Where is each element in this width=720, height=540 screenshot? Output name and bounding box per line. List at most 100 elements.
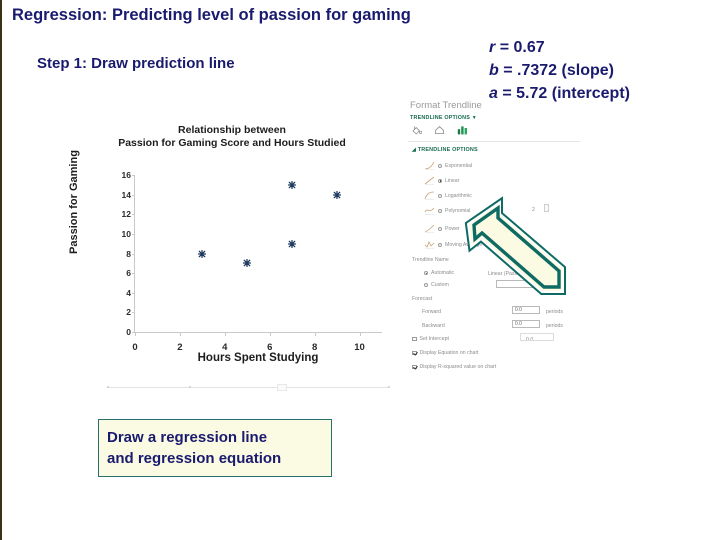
option-label-linear: Linear — [445, 177, 460, 184]
forecast-forward-units: periods — [546, 309, 564, 315]
horizontal-scrollbar[interactable] — [107, 384, 390, 391]
power-curve-icon — [424, 224, 435, 233]
chart-data-point[interactable] — [198, 249, 207, 258]
logarithmic-curve-icon — [424, 191, 435, 200]
pane-subtitle-label: TRENDLINE OPTIONS — [410, 115, 471, 121]
stat-a: a = 5.72 (intercept) — [489, 82, 630, 105]
chart-y-tick-label: 16 — [121, 170, 131, 180]
chart-title: Relationship between Passion for Gaming … — [62, 124, 402, 150]
radio-power[interactable] — [438, 226, 442, 231]
trendline-option-exponential[interactable]: Exponential — [424, 161, 472, 170]
scrollbar-track[interactable] — [107, 387, 390, 388]
trendline-name-header: Trendline Name — [412, 257, 449, 263]
trendline-name-automatic[interactable]: Automatic — [424, 270, 454, 276]
trendline-option-linear[interactable]: Linear — [424, 176, 459, 185]
chart-y-tick-mark — [132, 312, 135, 314]
forecast-header: Forecast — [412, 296, 433, 302]
label-set-intercept: Set Intercept — [419, 336, 449, 342]
linear-line-icon — [424, 176, 435, 185]
scrollbar-nub — [107, 386, 109, 388]
section-header-label: TRENDLINE OPTIONS — [417, 147, 478, 153]
chart-y-tick-mark — [132, 214, 135, 216]
set-intercept-input[interactable] — [520, 333, 554, 341]
checkbox-display-rsquared[interactable] — [412, 364, 417, 370]
checkbox-display-equation[interactable] — [412, 350, 417, 356]
option-label-power: Power — [445, 225, 460, 232]
chevron-down-icon: ▼ — [471, 115, 477, 121]
radio-moving-average[interactable] — [438, 242, 442, 247]
page-title: Regression: Predicting level of passion … — [12, 6, 411, 24]
regression-statistics: r = 0.67 b = .7372 (slope) a = 5.72 (int… — [489, 36, 630, 105]
instruction-line-1: Draw a regression line — [107, 429, 268, 446]
radio-polynomial[interactable] — [438, 208, 442, 213]
trendline-name-custom[interactable]: Custom — [424, 282, 449, 288]
stat-b-value: .7372 (slope) — [517, 62, 614, 79]
chart-data-point[interactable] — [288, 239, 297, 248]
instruction-line-2: and regression equation — [107, 450, 282, 467]
stat-b-symbol: b — [489, 62, 499, 79]
effects-icon[interactable] — [434, 125, 445, 137]
chart-data-point[interactable] — [333, 190, 342, 199]
trendline-options-section-header[interactable]: ◢ TRENDLINE OPTIONS — [412, 147, 478, 153]
chart-y-tick-label: 12 — [121, 209, 131, 220]
stat-a-value: 5.72 (intercept) — [516, 85, 630, 102]
scatter-chart[interactable]: Relationship between Passion for Gaming … — [62, 120, 402, 382]
fill-icon[interactable] — [411, 125, 423, 137]
chart-plot-area: 0 2 4 6 8 10 12 14 16 0 2 4 6 8 10 — [122, 170, 382, 353]
checkbox-set-intercept[interactable] — [412, 336, 417, 342]
forecast-backward-input[interactable]: 0.0 — [512, 320, 540, 328]
slide-canvas: Regression: Predicting level of passion … — [0, 0, 720, 540]
radio-linear[interactable] — [438, 178, 442, 183]
chart-x-axis-label: Hours Spent Studying — [197, 352, 319, 364]
chart-y-tick-label: 14 — [121, 189, 131, 200]
stat-a-symbol: a — [489, 85, 498, 102]
chart-data-point[interactable] — [243, 259, 252, 268]
exponential-curve-icon — [424, 161, 435, 170]
display-equation-row[interactable]: Display Equation on chart — [412, 350, 479, 356]
display-rsquared-row[interactable]: Display R-squared value on chart — [412, 364, 496, 370]
stat-r: r = 0.67 — [489, 36, 630, 59]
chart-x-tick-mark — [179, 332, 181, 336]
chart-y-tick-mark — [132, 273, 135, 275]
radio-name-custom[interactable] — [424, 283, 428, 287]
chart-y-tick-mark — [132, 233, 135, 235]
chart-y-tick-label: 8 — [126, 248, 131, 259]
stat-a-eq: = — [502, 85, 512, 102]
radio-exponential[interactable] — [438, 163, 442, 168]
scrollbar-thumb[interactable] — [277, 384, 287, 391]
stat-b: b = .7372 (slope) — [489, 59, 630, 82]
radio-logarithmic[interactable] — [438, 193, 442, 198]
forecast-forward-input[interactable]: 0.0 — [512, 306, 540, 314]
chart-x-tick-mark — [224, 332, 226, 336]
scrollbar-nub — [189, 386, 191, 388]
step-label: Step 1: Draw prediction line — [37, 55, 235, 72]
pane-title: Format Trendline — [410, 100, 482, 111]
chart-x-tick-mark — [135, 332, 136, 336]
chart-data-point[interactable] — [288, 180, 297, 189]
chart-y-tick-mark — [132, 194, 135, 196]
instruction-callout-box: Draw a regression line and regression eq… — [98, 419, 332, 477]
trendline-option-power[interactable]: Power — [424, 224, 460, 233]
radio-name-automatic[interactable] — [424, 271, 428, 275]
pointer-arrow-callout — [464, 196, 568, 296]
chart-y-tick-mark — [132, 175, 135, 176]
pane-icon-row — [411, 125, 469, 137]
stat-r-symbol: r — [489, 39, 496, 56]
chart-y-tick-label: 10 — [121, 228, 131, 239]
stat-r-eq: = — [499, 39, 510, 56]
chart-x-tick-mark — [359, 332, 361, 336]
label-display-rsquared: Display R-squared value on chart — [419, 364, 497, 370]
trendline-options-icon[interactable] — [457, 125, 469, 137]
forecast-forward-label: Forward — [422, 309, 442, 315]
scrollbar-nub — [388, 386, 390, 388]
chart-y-tick-mark — [132, 253, 135, 255]
pane-divider — [408, 141, 580, 142]
chart-y-tick-label: 2 — [126, 307, 131, 318]
chart-x-tick-mark — [314, 332, 316, 336]
stat-b-eq: = — [503, 62, 513, 79]
pane-subtitle-dropdown[interactable]: TRENDLINE OPTIONS ▼ — [410, 115, 477, 121]
chart-title-line1: Relationship between — [178, 124, 286, 136]
polynomial-curve-icon — [424, 206, 435, 215]
set-intercept-row[interactable]: Set Intercept — [412, 336, 449, 342]
label-name-automatic: Automatic — [431, 270, 455, 276]
